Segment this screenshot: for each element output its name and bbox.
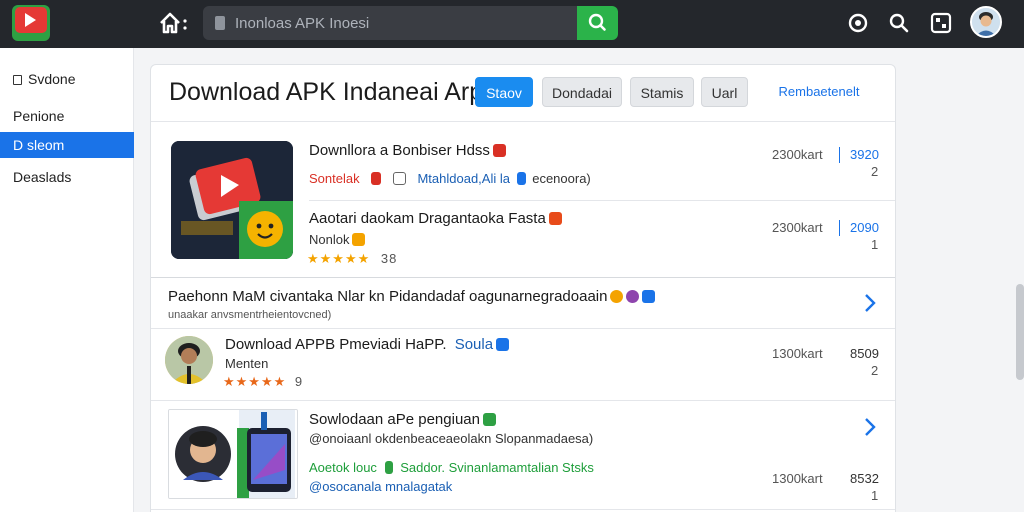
tab-dondadai[interactable]: Dondadai — [542, 77, 622, 107]
check-icon — [384, 461, 393, 474]
info-icon — [516, 172, 526, 185]
divider — [151, 121, 895, 122]
divider — [151, 400, 895, 401]
rating-count: 38 — [380, 251, 398, 266]
secondary-count: 2 — [871, 363, 879, 378]
home-icon[interactable] — [158, 10, 190, 36]
chevron-right-icon[interactable] — [863, 416, 877, 438]
android-icon — [482, 413, 496, 426]
star-rating: ★★★★★ 9 — [223, 374, 303, 390]
sidebar-item-label: Deaslads — [13, 169, 72, 185]
featured-tag-gray: ecenoora) — [532, 171, 591, 186]
list-item-title-text: Sowlodaan aPe pengiuan — [309, 411, 480, 428]
secondary-count: 2 — [871, 164, 879, 179]
featured-title-text: Downllora a Bonbiser Hdss — [309, 142, 490, 159]
featured-title[interactable]: Downllora a Bonbiser Hdss — [309, 142, 506, 159]
banner-sub: unaakar anvsmentrheientovcned) — [168, 309, 332, 321]
banner-title: Paehonn MaM civantaka Nlar kn Pidandadaf… — [168, 288, 656, 305]
download-count: 1300kart — [772, 346, 823, 361]
search-icon[interactable] — [888, 12, 910, 34]
sidebar-item-svdone[interactable]: Svdone — [0, 66, 134, 92]
lock-icon — [642, 290, 656, 303]
pin-icon — [371, 172, 382, 185]
sidebar-item-label: Svdone — [28, 71, 76, 87]
featured-developer: Nonlok — [309, 232, 366, 247]
lock-icon — [496, 338, 510, 351]
list-item-title[interactable]: Download APPB Pmeviadi HaPP. Soula — [225, 336, 510, 353]
version-number: 3920 — [850, 147, 879, 162]
chevron-right-icon[interactable] — [863, 292, 877, 314]
checkbox-icon — [392, 172, 406, 185]
emoji-icon — [610, 290, 624, 303]
banner-title-text: Paehonn MaM civantaka Nlar kn Pidandadaf… — [168, 288, 608, 305]
user-avatar[interactable] — [970, 6, 1002, 38]
list-item-link[interactable]: @osocanala mnalagatak — [309, 479, 452, 494]
divider — [839, 220, 840, 236]
tab-rembaetenelt[interactable]: Rembaetenelt — [759, 77, 879, 107]
flag-icon — [492, 144, 506, 157]
list-item-tags: Aoetok louc Saddor. Svinanlamamtalian St… — [309, 460, 594, 475]
search-button[interactable] — [577, 6, 618, 40]
featured-title-2-text: Aaotari daokam Dragantaoka Fasta — [309, 210, 546, 227]
version-number: 8532 — [850, 471, 879, 486]
sidebar-item-sleom[interactable]: D sleom — [0, 132, 134, 158]
featured-title-2[interactable]: Aaotari daokam Dragantaoka Fasta — [309, 210, 562, 227]
download-count: 2300kart — [772, 147, 823, 162]
search-bar — [203, 6, 577, 40]
app-avatar[interactable] — [165, 336, 213, 384]
sidebar-item-label: Penione — [13, 108, 65, 124]
search-box-icon — [215, 16, 225, 30]
sidebar-item-penione[interactable]: Penione — [0, 103, 134, 129]
mask-icon — [626, 290, 640, 303]
list-item-developer: Menten — [225, 356, 269, 371]
tab-uarl[interactable]: Uarl — [701, 77, 748, 107]
download-count: 1300kart — [772, 471, 823, 486]
list-item-tag-green: Aoetok louc — [309, 460, 377, 475]
version-number: 2090 — [850, 220, 879, 235]
search-icon — [588, 13, 606, 31]
search-input[interactable] — [235, 6, 565, 40]
star-rating: ★★★★★ 38 — [307, 251, 397, 267]
secondary-count: 1 — [871, 237, 879, 252]
stars: ★★★★★ — [307, 251, 371, 266]
sync-icon[interactable] — [847, 12, 869, 34]
version-number: 8509 — [850, 346, 879, 361]
featured-app-icon[interactable] — [171, 141, 293, 259]
download-count: 2300kart — [772, 220, 823, 235]
sidebar: Svdone Penione D sleom Deaslads — [0, 48, 134, 512]
list-item-title[interactable]: Sowlodaan aPe pengiuan — [309, 411, 496, 428]
main-panel: Download APK Indaneai Arp Staov Dondadai… — [150, 64, 896, 512]
divider — [151, 328, 895, 329]
sidebar-item-deaslads[interactable]: Deaslads — [0, 164, 134, 190]
star-badge-icon — [548, 212, 562, 225]
folder-icon — [13, 75, 22, 85]
featured-tag-blue: Mtahldoad,Ali la — [417, 171, 510, 186]
list-item-title-text: Download APPB Pmeviadi HaPP. — [225, 336, 447, 353]
list-item-tag-green-2: Saddor. Svinanlamamtalian Stsks — [400, 460, 594, 475]
apps-icon[interactable] — [930, 12, 952, 34]
page-title: Download APK Indaneai Arp — [169, 78, 484, 106]
banner-row[interactable]: Paehonn MaM civantaka Nlar kn Pidandadaf… — [151, 278, 895, 328]
app-logo-icon[interactable] — [12, 5, 50, 41]
list-item-tag: Soula — [454, 336, 494, 353]
featured-subline: Sontelak Mtahldoad,Ali la ecenoora) — [309, 171, 591, 186]
list-item-developer: @onoiaanl okdenbeaceaeolakn Slopanmadaes… — [309, 431, 594, 446]
rating-count: 9 — [294, 374, 304, 389]
tab-staov[interactable]: Staov — [475, 77, 533, 107]
secondary-count: 1 — [871, 488, 879, 503]
developer-name: Nonlok — [309, 232, 350, 247]
medal-icon — [352, 233, 366, 246]
scrollbar[interactable] — [1016, 284, 1024, 380]
divider — [309, 200, 895, 201]
featured-tag-red: Sontelak — [309, 171, 360, 186]
app-screenshot[interactable] — [168, 409, 298, 499]
divider — [839, 147, 840, 163]
tab-stamis[interactable]: Stamis — [630, 77, 694, 107]
divider — [151, 509, 895, 510]
stars: ★★★★★ — [223, 374, 287, 389]
sidebar-item-label: D sleom — [13, 137, 65, 153]
top-bar — [0, 0, 1024, 48]
